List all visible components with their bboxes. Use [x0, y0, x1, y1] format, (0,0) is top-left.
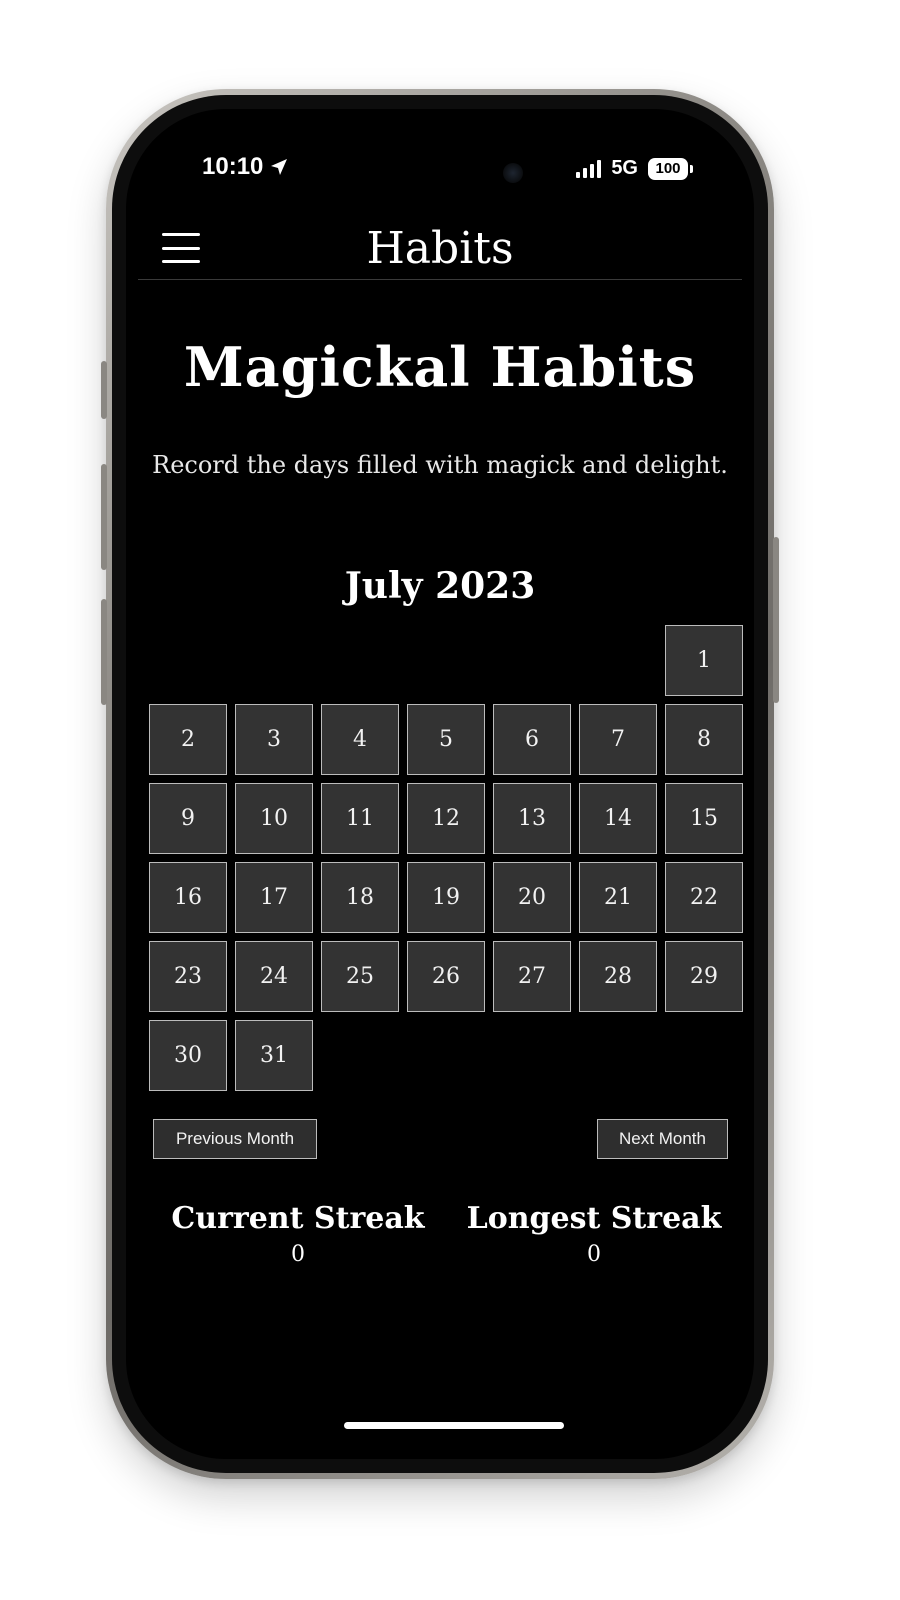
calendar-day-cell[interactable]: 8: [665, 704, 743, 775]
calendar-day-cell[interactable]: 9: [149, 783, 227, 854]
calendar-day-cell[interactable]: 17: [235, 862, 313, 933]
longest-streak-value: 0: [587, 1242, 601, 1267]
location-arrow-icon: [271, 159, 288, 175]
time-label: 10:10: [202, 153, 264, 180]
front-camera-icon: [503, 163, 523, 183]
calendar-day-cell[interactable]: 31: [235, 1020, 313, 1091]
current-streak: Current Streak 0: [168, 1201, 428, 1267]
calendar-day-cell[interactable]: 11: [321, 783, 399, 854]
calendar-day-cell[interactable]: 16: [149, 862, 227, 933]
calendar-day-cell[interactable]: 2: [149, 704, 227, 775]
calendar-day-cell[interactable]: 12: [407, 783, 485, 854]
calendar-day-cell[interactable]: 21: [579, 862, 657, 933]
calendar-day-cell[interactable]: 26: [407, 941, 485, 1012]
calendar-day-cell[interactable]: 27: [493, 941, 571, 1012]
home-indicator[interactable]: [344, 1422, 564, 1429]
page-subtitle: Record the days filled with magick and d…: [152, 451, 728, 479]
screen: 10:10 5G 100 Habits Magickal Habits Reco…: [126, 109, 754, 1459]
current-streak-value: 0: [291, 1242, 305, 1267]
previous-month-button[interactable]: Previous Month: [153, 1119, 317, 1159]
power-button: [773, 537, 779, 703]
phone-bezel: 10:10 5G 100 Habits Magickal Habits Reco…: [112, 95, 768, 1473]
calendar-day-cell[interactable]: 7: [579, 704, 657, 775]
battery-level: 100: [655, 160, 681, 177]
calendar-day-cell[interactable]: 13: [493, 783, 571, 854]
calendar-day-cell[interactable]: 10: [235, 783, 313, 854]
calendar-day-cell[interactable]: 3: [235, 704, 313, 775]
calendar-day-cell[interactable]: 29: [665, 941, 743, 1012]
calendar-day-cell[interactable]: 22: [665, 862, 743, 933]
calendar-day-cell[interactable]: 14: [579, 783, 657, 854]
longest-streak-label: Longest Streak: [466, 1201, 722, 1236]
calendar-day-cell[interactable]: 15: [665, 783, 743, 854]
phone-frame: 10:10 5G 100 Habits Magickal Habits Reco…: [101, 89, 779, 1479]
volume-down-button: [101, 599, 107, 705]
app-header: Habits: [138, 221, 742, 280]
action-button: [101, 361, 107, 419]
calendar-day-cell[interactable]: 30: [149, 1020, 227, 1091]
calendar-day-cell[interactable]: 6: [493, 704, 571, 775]
calendar-day-cell[interactable]: 28: [579, 941, 657, 1012]
calendar-day-cell[interactable]: 20: [493, 862, 571, 933]
status-bar: 10:10 5G 100: [126, 149, 754, 197]
volume-up-button: [101, 464, 107, 570]
longest-streak: Longest Streak 0: [464, 1201, 724, 1267]
network-label: 5G: [611, 157, 638, 179]
calendar-grid: 1 2 3 4 5 6 7 8 9 10 11 12 13 14 15 16 17 18 19 20 21 22 23 24 2…: [149, 625, 745, 1091]
month-label: July 2023: [344, 565, 536, 607]
next-month-button[interactable]: Next Month: [597, 1119, 728, 1159]
calendar-day-cell[interactable]: 5: [407, 704, 485, 775]
calendar-day-cell[interactable]: 1: [665, 625, 743, 696]
current-streak-label: Current Streak: [171, 1201, 425, 1236]
calendar-day-cell[interactable]: 18: [321, 862, 399, 933]
header-title: Habits: [366, 223, 514, 274]
status-time: 10:10: [202, 153, 289, 181]
dynamic-island: [361, 149, 547, 197]
page-title: Magickal Habits: [183, 335, 697, 399]
calendar-day-cell[interactable]: 4: [321, 704, 399, 775]
battery-icon: 100: [648, 157, 693, 180]
calendar-day-cell[interactable]: 24: [235, 941, 313, 1012]
status-indicators: 5G 100: [576, 157, 693, 180]
signal-strength-icon: [576, 159, 602, 178]
calendar-day-cell[interactable]: 23: [149, 941, 227, 1012]
calendar-day-cell[interactable]: 25: [321, 941, 399, 1012]
calendar-day-cell[interactable]: 19: [407, 862, 485, 933]
